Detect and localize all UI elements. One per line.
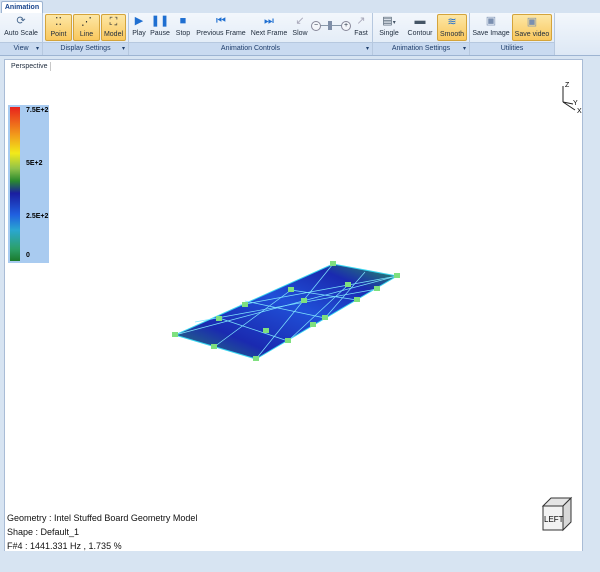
slow-button[interactable]: ↙ Slow	[291, 14, 309, 41]
plus-icon[interactable]: +	[341, 21, 351, 31]
ribbon-tabbar: Animation	[0, 0, 600, 14]
view-cube-icon[interactable]: LEFT	[537, 494, 577, 534]
play-button[interactable]: ▶ Play	[131, 14, 147, 41]
geometry-info: Geometry : Intel Stuffed Board Geometry …	[7, 513, 198, 523]
group-animation-settings: ▤▾ Single ▬ Contour ≋ Smooth Animation S…	[373, 13, 470, 55]
group-display-settings: ⁚⁚ Point ⋰ Line ⛶ Model Display Settings…	[43, 13, 129, 55]
video-icon: ▣	[526, 16, 538, 28]
play-icon: ▶	[134, 15, 144, 27]
group-label-utilities: Utilities	[470, 42, 554, 55]
status-bar	[0, 551, 600, 572]
contour-button[interactable]: ▬ Contour	[405, 14, 435, 41]
expand-icon[interactable]: ▾	[36, 43, 39, 55]
board-surface	[173, 263, 399, 360]
expand-icon[interactable]: ▾	[366, 43, 369, 55]
point-button[interactable]: ⁚⁚ Point	[45, 14, 72, 41]
smooth-button[interactable]: ≋ Smooth	[437, 14, 467, 41]
refresh-icon: ⟳	[16, 15, 26, 27]
expand-icon[interactable]: ▾	[463, 43, 466, 55]
line-icon: ⋰	[81, 16, 92, 28]
stop-icon: ■	[179, 15, 187, 27]
frequency-info: F#4 : 1441.331 Hz , 1.735 %	[7, 541, 122, 551]
group-animation-controls: ▶ Play ❚❚ Pause ■ Stop ⏮ Previous Frame …	[129, 13, 373, 55]
fast-icon: ↗	[356, 15, 366, 27]
skip-back-icon: ⏮	[216, 15, 226, 27]
3d-viewport[interactable]: Perspective 7.5E+2 5E+2 2.5E+2 0 Z Y X G…	[4, 59, 583, 552]
minus-icon[interactable]: −	[311, 21, 321, 31]
group-label-animation: Animation Controls ▾	[129, 42, 372, 55]
group-view: ⟳ Auto Scale View ▾	[0, 13, 43, 55]
stop-button[interactable]: ■ Stop	[173, 14, 193, 41]
slow-icon: ↙	[295, 15, 305, 27]
model-icon: ⛶	[109, 16, 118, 28]
pause-button[interactable]: ❚❚ Pause	[149, 14, 171, 41]
group-label-anim-settings: Animation Settings ▾	[373, 42, 469, 55]
shape-info: Shape : Default_1	[7, 527, 80, 537]
speed-slider[interactable]: − +	[311, 21, 351, 31]
cube-face-label: LEFT	[544, 515, 564, 524]
skip-forward-icon: ⏭	[264, 15, 274, 27]
contour-icon: ▬	[414, 15, 426, 27]
group-utilities: ▣ Save Image ▣ Save video Utilities	[470, 13, 555, 55]
board-mesh	[172, 261, 400, 361]
slider-thumb[interactable]	[328, 21, 332, 30]
pause-icon: ❚❚	[150, 15, 170, 27]
point-icon: ⁚⁚	[55, 16, 62, 28]
save-image-button[interactable]: ▣ Save Image	[472, 14, 510, 41]
group-label-view: View ▾	[0, 42, 42, 55]
next-frame-button[interactable]: ⏭ Next Frame	[249, 14, 289, 41]
fast-button[interactable]: ↗ Fast	[353, 14, 369, 41]
line-button[interactable]: ⋰ Line	[73, 14, 100, 41]
single-dropdown[interactable]: ▤▾ Single	[375, 14, 403, 41]
image-icon: ▣	[485, 15, 497, 27]
group-label-display: Display Settings ▾	[43, 42, 128, 55]
single-icon: ▤▾	[382, 15, 396, 27]
save-video-button[interactable]: ▣ Save video	[512, 14, 552, 41]
ribbon: ⟳ Auto Scale View ▾ ⁚⁚ Point ⋰ Line ⛶ Mod…	[0, 13, 600, 56]
model-button[interactable]: ⛶ Model	[101, 14, 126, 41]
previous-frame-button[interactable]: ⏮ Previous Frame	[195, 14, 247, 41]
smooth-icon: ≋	[447, 16, 457, 28]
expand-icon[interactable]: ▾	[122, 43, 125, 55]
auto-scale-button[interactable]: ⟳ Auto Scale	[2, 14, 40, 41]
